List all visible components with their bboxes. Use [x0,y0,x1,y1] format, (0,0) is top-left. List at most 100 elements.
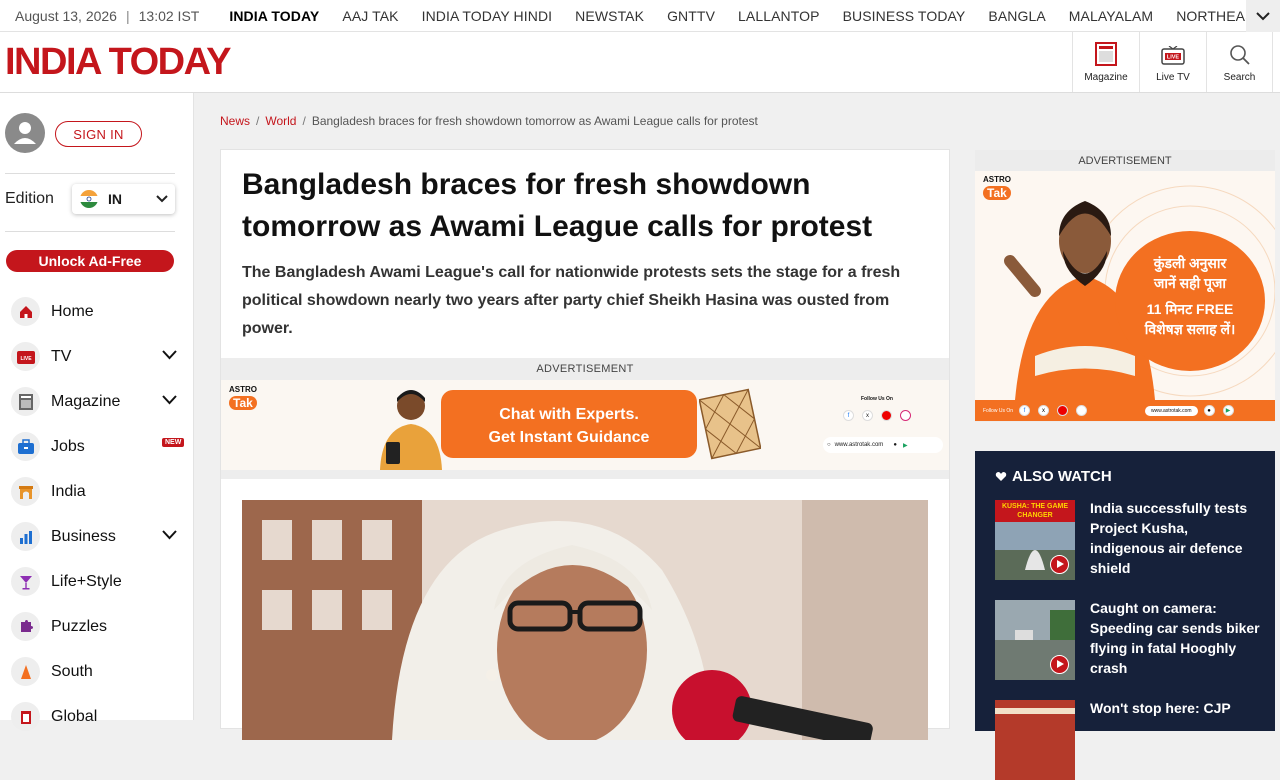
article-headline: Bangladesh braces for fresh showdown tom… [242,168,873,243]
breadcrumb-news[interactable]: News [220,114,250,128]
offer-line4: विशेषज्ञ सलाह लें। [1144,321,1236,337]
sidebar-item-label: Business [51,527,116,545]
unlock-ad-free-button[interactable]: Unlock Ad-Free [6,250,174,272]
briefcase-icon [11,432,40,461]
advertisement-label: ADVERTISEMENT [1078,155,1172,167]
lead-image-illustration [242,500,928,740]
astrotak-banner-ad[interactable]: ASTRO Tak Chat with Experts. Get Instant… [221,380,949,470]
user-avatar-icon[interactable] [5,113,45,153]
chevron-down-icon [1256,11,1270,20]
astro-logo-top: ASTRO [983,175,1011,184]
thumbnail-caption: KUSHA: THE GAME CHANGER [1001,503,1069,519]
astro-logo-bottom: Tak [983,186,1011,200]
side-advertisement: ADVERTISEMENT ASTRO Tak कुंडली अनुसार जा… [975,150,1275,422]
sidebar-item-india[interactable]: India [0,469,194,514]
article-lead-image[interactable] [242,500,928,740]
apple-icon: ● [893,442,897,448]
search-label: Search [1223,72,1256,83]
current-time: 13:02 IST [138,7,200,24]
banner-cta-line2: Get Instant Guidance [488,429,650,446]
brand-link-bangla[interactable]: BANGLA [988,8,1045,24]
edition-value: IN [108,191,122,207]
banner-cta: Chat with Experts. Get Instant Guidance [441,390,697,458]
sidebar-item-tv[interactable]: LIVE TV [0,334,194,379]
website-url: www.astrotak.com [834,442,884,448]
brand-link-india-today-hindi[interactable]: INDIA TODAY HINDI [422,8,553,24]
breadcrumb: News / World / Bangladesh braces for fresh s… [220,114,758,128]
brand-link-gnttv[interactable]: GNTTV [667,8,715,24]
chevron-down-icon[interactable] [162,395,177,405]
user-silhouette [14,122,36,144]
astro-logo-bottom: Tak [229,396,257,410]
network-topbar: August 13, 2026 | 13:02 IST INDIA TODAY AA… [0,0,1280,32]
sidebar-item-label: Puzzles [51,617,108,635]
sidebar-item-magazine[interactable]: Magazine [0,379,194,424]
chevron-down-icon[interactable] [162,350,177,360]
astrotak-square-ad[interactable]: ASTRO Tak कुंडली अनुसार जानें सही पूजा 1… [975,171,1275,421]
live-tv-button[interactable]: LIVE Live TV [1139,32,1206,92]
also-watch-item-title: Caught on camera: Speeding car sends bik… [1090,600,1260,676]
sidebar-item-business[interactable]: Business [0,514,194,559]
magazine-label: Magazine [1084,72,1128,83]
sign-in-button[interactable]: SIGN IN [55,121,142,147]
magazine-button[interactable]: Magazine [1072,32,1139,92]
sidebar-item-label: Jobs [51,437,85,455]
video-thumbnail [995,700,1075,780]
play-store-icon: ▶ [902,442,908,449]
india-today-logo[interactable]: INDIA TODAY [5,42,231,82]
sidebar-item-south[interactable]: South [0,649,194,694]
also-watch-item[interactable]: KUSHA: THE GAME CHANGER India successful… [995,500,1265,580]
edition-select[interactable]: IN [72,184,175,214]
play-store-icon: ▶ [1222,405,1234,416]
brand-link-india-today[interactable]: INDIA TODAY [229,8,319,24]
sidebar-item-global[interactable]: Global [0,694,194,739]
website-pill: ○ www.astrotak.com ● ▶ [823,437,943,453]
social-icons: f x [843,410,919,421]
sidebar-item-label: Magazine [51,392,121,410]
offer-line1: कुंडली अनुसार [1153,255,1227,271]
youtube-icon [881,410,892,421]
sidebar-item-label: South [51,662,93,680]
puzzle-icon [11,612,40,641]
globe-icon [11,702,40,731]
x-icon: x [1038,405,1050,416]
website-url: www.astrotak.com [1145,405,1198,416]
ad-spacer [221,479,949,500]
sidebar-item-label: Home [51,302,94,320]
also-watch-title-text: ALSO WATCH [1012,468,1112,485]
sidebar-item-puzzles[interactable]: Puzzles [0,604,194,649]
brand-link-aaj-tak[interactable]: AAJ TAK [342,8,398,24]
brand-link-malayalam[interactable]: MALAYALAM [1069,8,1153,24]
sidebar-item-label: India [51,482,86,500]
follow-us-text: Follow Us On [861,396,893,402]
instagram-icon [900,410,911,421]
sidebar-item-label: Life+Style [51,572,122,590]
sidebar-item-home[interactable]: Home [0,289,194,334]
also-watch-item[interactable]: Won't stop here: CJP [995,700,1265,780]
also-watch-panel: ALSO WATCH KUSHA: THE GAME CHANGER India… [975,451,1275,780]
new-badge: NEW [162,438,185,447]
brand-link-business-today[interactable]: BUSINESS TODAY [843,8,966,24]
search-button[interactable]: Search [1206,32,1273,92]
live-tv-badge: LIVE [1167,55,1180,61]
video-thumbnail: KUSHA: THE GAME CHANGER [995,500,1075,580]
home-icon [11,297,40,326]
ad-footer-bar: Follow Us On f x www.astrotak.com ● ▶ [975,400,1275,421]
also-watch-item[interactable]: Caught on camera: Speeding car sends bik… [995,600,1265,680]
also-watch-title: ALSO WATCH [995,468,1112,485]
brand-link-newstak[interactable]: NEWSTAK [575,8,644,24]
left-sidebar: SIGN IN Edition IN Unlock Ad-Free Home L… [0,93,194,731]
brand-link-lallantop[interactable]: LALLANTOP [738,8,820,24]
chevron-down-icon[interactable] [162,530,177,540]
search-icon [1229,45,1250,65]
magazine-icon [1095,42,1117,66]
magazine-icon [11,387,40,416]
breadcrumb-world[interactable]: World [265,114,296,128]
more-brands-button[interactable] [1246,0,1280,32]
cocktail-icon [11,567,40,596]
search-icon: ○ [827,442,831,448]
inline-advertisement: ADVERTISEMENT ASTRO Tak Chat with Expert… [221,358,949,479]
live-tv-icon: LIVE [11,342,40,371]
sidebar-item-life-style[interactable]: Life+Style [0,559,194,604]
sidebar-item-jobs[interactable]: Jobs NEW [0,424,194,469]
